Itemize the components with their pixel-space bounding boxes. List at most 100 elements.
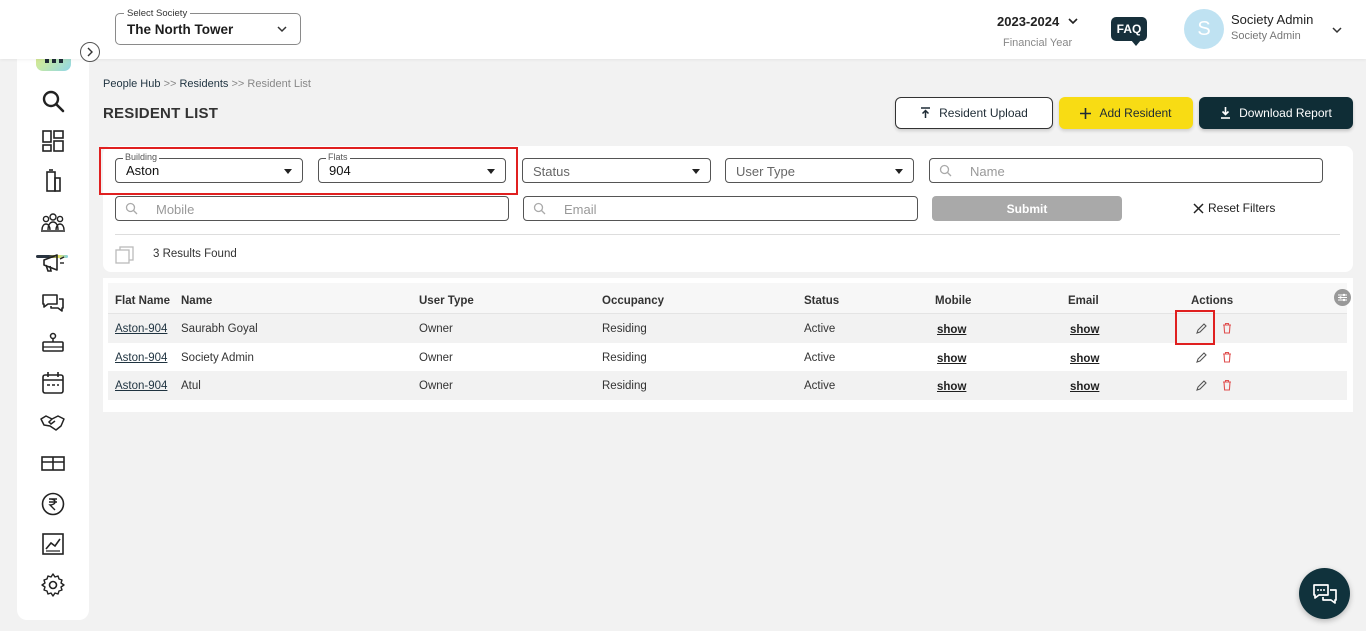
column-header-actions: Actions (1191, 295, 1233, 307)
download-icon (1220, 107, 1231, 119)
show-email-link[interactable]: show (1070, 381, 1099, 393)
column-header-occupancy[interactable]: Occupancy (602, 295, 664, 307)
resident-name: Saurabh Goyal (181, 323, 258, 335)
email-search-input[interactable]: Email (523, 196, 918, 221)
edit-pencil-icon[interactable] (1196, 380, 1207, 391)
page-title: RESIDENT LIST (103, 105, 218, 122)
sidebar-toggle-button[interactable] (80, 42, 100, 62)
show-mobile-link[interactable]: show (937, 353, 966, 365)
add-resident-button[interactable]: Add Resident (1059, 97, 1193, 129)
close-icon (1193, 203, 1204, 214)
building-icon[interactable] (39, 167, 67, 195)
user-type: Owner (419, 323, 453, 335)
show-mobile-link[interactable]: show (937, 324, 966, 336)
chat-icon[interactable] (39, 289, 67, 317)
filter-panel: Building Aston Flats 904 Status User Typ… (103, 146, 1353, 272)
column-header-status[interactable]: Status (804, 295, 839, 307)
rupee-icon[interactable] (39, 490, 67, 518)
reset-filters-label: Reset Filters (1208, 201, 1275, 215)
show-mobile-link[interactable]: show (937, 381, 966, 393)
delete-trash-icon[interactable] (1222, 379, 1232, 391)
user-type-select[interactable]: User Type (725, 158, 914, 183)
financial-year-label: Financial Year (1003, 37, 1072, 49)
download-report-button[interactable]: Download Report (1199, 97, 1353, 129)
plus-icon (1080, 108, 1091, 119)
divider (115, 234, 1340, 235)
handshake-icon[interactable] (39, 409, 67, 437)
column-header-flat-name[interactable]: Flat Name (115, 295, 170, 307)
status-placeholder: Status (533, 164, 570, 179)
name-search-input[interactable]: Name (929, 158, 1323, 183)
top-bar: Select Society The North Tower 2023-2024… (0, 0, 1366, 59)
avatar[interactable]: S (1184, 9, 1224, 49)
name-placeholder: Name (970, 164, 1005, 179)
caret-down-icon (895, 169, 903, 174)
society-select-label: Select Society (124, 8, 190, 19)
upload-icon (920, 107, 931, 119)
edit-pencil-icon[interactable] (1196, 352, 1207, 363)
submit-button[interactable]: Submit (932, 196, 1122, 221)
user-type: Owner (419, 380, 453, 392)
email-placeholder: Email (564, 202, 597, 217)
breadcrumb-item-people-hub[interactable]: People Hub (103, 78, 161, 90)
search-icon (939, 164, 952, 177)
copy-icon (115, 246, 135, 264)
flat-name-link[interactable]: Aston-904 (115, 323, 167, 335)
show-email-link[interactable]: show (1070, 353, 1099, 365)
package-icon[interactable] (39, 449, 67, 477)
table-header: Flat Name Name User Type Occupancy Statu… (108, 283, 1347, 314)
delete-trash-icon[interactable] (1222, 351, 1232, 363)
occupancy: Residing (602, 380, 647, 392)
chat-support-button[interactable] (1299, 568, 1350, 619)
resident-upload-button[interactable]: Resident Upload (895, 97, 1053, 129)
table-row: Aston-904 Saurabh Goyal Owner Residing A… (108, 314, 1347, 343)
chevron-down-icon[interactable] (1331, 24, 1343, 36)
mobile-search-input[interactable]: Mobile (115, 196, 509, 221)
download-report-label: Download Report (1239, 106, 1332, 120)
table-row: Aston-904 Atul Owner Residing Active sho… (108, 371, 1347, 400)
column-header-email[interactable]: Email (1068, 295, 1099, 307)
chevron-down-icon[interactable] (1068, 16, 1078, 26)
resident-upload-label: Resident Upload (939, 106, 1028, 120)
user-name[interactable]: Society Admin (1231, 12, 1313, 27)
calendar-icon[interactable] (39, 369, 67, 397)
breadcrumb: People Hub >> Residents >> Resident List (103, 78, 311, 90)
breadcrumb-item-residents[interactable]: Residents (179, 78, 228, 90)
status: Active (804, 323, 835, 335)
delete-trash-icon[interactable] (1222, 322, 1232, 334)
search-icon (533, 202, 546, 215)
chart-icon[interactable] (39, 530, 67, 558)
column-header-mobile[interactable]: Mobile (935, 295, 971, 307)
megaphone-icon[interactable] (39, 249, 67, 277)
flat-name-link[interactable]: Aston-904 (115, 380, 167, 392)
reset-filters-button[interactable]: Reset Filters (1193, 201, 1275, 215)
column-settings-button[interactable] (1334, 289, 1351, 306)
occupancy: Residing (602, 352, 647, 364)
status: Active (804, 380, 835, 392)
user-type: Owner (419, 352, 453, 364)
show-email-link[interactable]: show (1070, 324, 1099, 336)
chevron-right-icon (85, 47, 95, 57)
society-select-value: The North Tower (127, 22, 233, 37)
financial-year-select[interactable]: 2023-2024 (997, 14, 1059, 29)
column-header-name[interactable]: Name (181, 295, 212, 307)
sliders-icon (1337, 293, 1348, 302)
gear-icon[interactable] (39, 571, 67, 599)
caret-down-icon (692, 169, 700, 174)
occupancy: Residing (602, 323, 647, 335)
search-icon[interactable] (39, 87, 67, 115)
dashboard-icon[interactable] (39, 127, 67, 155)
society-select[interactable]: Select Society The North Tower (115, 13, 301, 45)
status: Active (804, 352, 835, 364)
amenity-icon[interactable] (39, 329, 67, 357)
breadcrumb-separator: >> (164, 78, 177, 90)
table-row: Aston-904 Society Admin Owner Residing A… (108, 343, 1347, 372)
residents-table: Flat Name Name User Type Occupancy Statu… (103, 278, 1353, 412)
status-select[interactable]: Status (522, 158, 711, 183)
people-icon[interactable] (39, 209, 67, 237)
column-header-user-type[interactable]: User Type (419, 295, 474, 307)
resident-name: Atul (181, 380, 201, 392)
flat-name-link[interactable]: Aston-904 (115, 352, 167, 364)
faq-button[interactable]: FAQ (1111, 17, 1147, 41)
user-type-placeholder: User Type (736, 164, 795, 179)
